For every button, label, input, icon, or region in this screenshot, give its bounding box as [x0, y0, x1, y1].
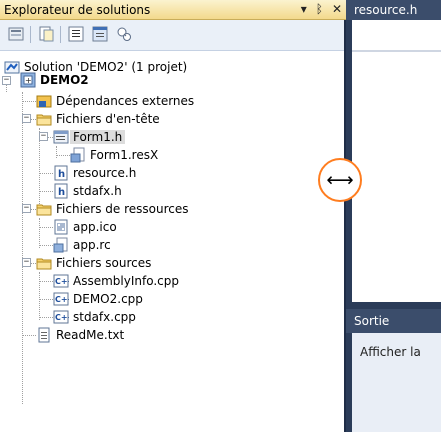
- resx-icon: [70, 147, 86, 163]
- svg-text:C++: C++: [55, 313, 69, 322]
- svg-text:h: h: [58, 187, 65, 198]
- solution-icon: [4, 59, 20, 75]
- svg-text:C++: C++: [55, 295, 69, 304]
- window-position-dropdown-icon[interactable]: ▾: [301, 2, 307, 16]
- tree-item-header-files[interactable]: Fichiers d'en-tête: [36, 110, 160, 128]
- solution-explorer-toolbar: [0, 20, 344, 51]
- collapse-resource-files-toggle[interactable]: −: [22, 204, 31, 213]
- cpp-file-icon: C++: [53, 273, 74, 289]
- svg-text:+: +: [25, 76, 32, 85]
- tree-item-form1-h[interactable]: Form1.h: [53, 128, 126, 146]
- project-icon: +: [20, 72, 36, 88]
- properties-icon[interactable]: [8, 26, 24, 42]
- show-all-files-icon[interactable]: [38, 26, 54, 42]
- solution-explorer-title: Explorateur de solutions: [4, 3, 151, 17]
- header-file-icon: h: [53, 165, 69, 181]
- tree-item-form1-resx[interactable]: Form1.resX: [70, 146, 158, 164]
- rc-file-icon: [53, 237, 69, 253]
- tree-item-readme-txt[interactable]: ReadMe.txt: [36, 326, 124, 344]
- close-icon[interactable]: ✕: [332, 2, 342, 16]
- svg-text:C++: C++: [55, 277, 69, 286]
- solution-explorer-title-bar[interactable]: Explorateur de solutions ▾ ᛒ ✕: [0, 0, 346, 20]
- collapse-form1-toggle[interactable]: −: [39, 132, 48, 141]
- output-show-from-label: Afficher la: [360, 345, 421, 359]
- tree-item-stdafx-h[interactable]: h stdafx.h: [53, 182, 122, 200]
- pin-icon[interactable]: ᛒ: [316, 2, 323, 16]
- document-tab-resource-h[interactable]: resource.h: [346, 0, 441, 20]
- tree-item-source-files[interactable]: Fichiers sources: [36, 254, 151, 272]
- collapse-project-toggle[interactable]: −: [2, 76, 11, 85]
- folder-icon: [36, 111, 52, 127]
- text-file-icon: [36, 327, 52, 343]
- tree-item-app-rc[interactable]: app.rc: [53, 236, 111, 254]
- cpp-file-icon: C++: [53, 309, 74, 325]
- collapse-source-files-toggle[interactable]: −: [22, 258, 31, 267]
- editor-area: resource.h Sortie Afficher la: [346, 0, 441, 432]
- class-diagram-icon[interactable]: [116, 26, 132, 42]
- header-file-icon: h: [53, 183, 69, 199]
- output-panel-title[interactable]: Sortie: [346, 309, 441, 333]
- collapse-header-files-toggle[interactable]: −: [22, 114, 31, 123]
- tree-item-assemblyinfo-cpp[interactable]: C++ AssemblyInfo.cpp: [53, 272, 179, 290]
- tree-item-resource-h[interactable]: h resource.h: [53, 164, 136, 182]
- dependencies-icon: [36, 93, 52, 109]
- folder-icon: [36, 255, 52, 271]
- tree-item-demo2-cpp[interactable]: C++ DEMO2.cpp: [53, 290, 143, 308]
- tree-item-app-ico[interactable]: app.ico: [53, 218, 117, 236]
- tree-item-external-dependencies[interactable]: Dépendances externes: [36, 92, 194, 110]
- tree-item-project[interactable]: + DEMO2: [20, 71, 89, 89]
- svg-text:h: h: [58, 169, 65, 180]
- editor-document[interactable]: [352, 20, 441, 302]
- solution-tree: Solution 'DEMO2' (1 projet) − + DEMO2 Dé…: [0, 52, 344, 432]
- folder-icon: [36, 201, 52, 217]
- ico-file-icon: [53, 219, 69, 235]
- form-icon: [53, 129, 69, 145]
- splitter-resize-icon[interactable]: ⟷: [318, 158, 362, 202]
- view-code-icon[interactable]: [68, 26, 84, 42]
- tree-item-stdafx-cpp[interactable]: C++ stdafx.cpp: [53, 308, 136, 326]
- tree-item-resource-files[interactable]: Fichiers de ressources: [36, 200, 189, 218]
- cpp-file-icon: C++: [53, 291, 74, 307]
- solution-explorer-panel: Solution 'DEMO2' (1 projet) − + DEMO2 Dé…: [0, 20, 346, 432]
- view-designer-icon[interactable]: [92, 26, 108, 42]
